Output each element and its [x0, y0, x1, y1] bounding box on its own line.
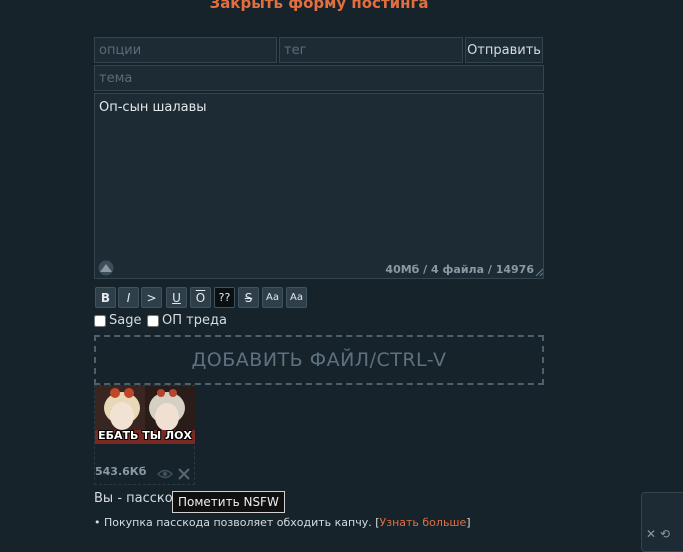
markup-icon[interactable]: [97, 260, 115, 276]
send-button[interactable]: Отправить: [465, 37, 543, 63]
file-size: 543.6Кб: [95, 465, 147, 478]
options-input[interactable]: [94, 37, 277, 63]
passcode-info-line: • Покупка пасскода позволяет обходить ка…: [94, 516, 471, 529]
upload-limits: 40Мб / 4 файла / 14976: [385, 263, 534, 276]
comment-textarea[interactable]: Оп-сын шалавы: [94, 93, 544, 279]
corner-widget: ✕ ⟲: [641, 492, 683, 552]
op-label: ОП треда: [162, 313, 227, 328]
spoiler-button[interactable]: ??: [214, 287, 235, 308]
resize-handle-icon[interactable]: [535, 268, 543, 276]
subject-input[interactable]: [94, 65, 544, 91]
underline-button[interactable]: U: [166, 287, 187, 308]
passcode-info-end: ]: [466, 516, 471, 529]
italic-button[interactable]: I: [118, 287, 139, 308]
superscript-button[interactable]: Aa: [262, 287, 283, 308]
sage-checkbox[interactable]: [94, 314, 106, 327]
op-option[interactable]: ОП треда: [147, 313, 227, 328]
subscript-button[interactable]: Aa: [286, 287, 307, 308]
quote-button[interactable]: >: [141, 287, 162, 308]
overline-button[interactable]: O: [190, 287, 211, 308]
strike-button[interactable]: S: [238, 287, 259, 308]
thumbnail-caption: ЕБАТЬ ТЫ ЛОХ: [98, 429, 192, 442]
op-checkbox[interactable]: [147, 314, 159, 327]
remove-file-icon[interactable]: [177, 467, 191, 481]
learn-more-link[interactable]: Узнать больше: [380, 516, 467, 529]
passcode-info-text: • Покупка пасскода позволяет обходить ка…: [94, 516, 380, 529]
sage-option[interactable]: Sage: [94, 313, 141, 328]
bold-button[interactable]: B: [95, 287, 116, 308]
file-dropzone[interactable]: ДОБАВИТЬ ФАЙЛ/CTRL-V: [94, 335, 544, 385]
nsfw-tooltip: Пометить NSFW: [172, 491, 285, 513]
attachment-thumbnail[interactable]: ЕБАТЬ ТЫ ЛОХ: [95, 386, 195, 444]
eye-icon[interactable]: [157, 468, 173, 480]
dropzone-label: ДОБАВИТЬ ФАЙЛ/CTRL-V: [191, 349, 447, 371]
attachment-card: ЕБАТЬ ТЫ ЛОХ 543.6Кб: [94, 385, 195, 485]
passcode-title: Вы - пасскод: [94, 491, 182, 506]
tag-input[interactable]: [279, 37, 463, 63]
sage-label: Sage: [109, 313, 142, 328]
close-posting-form-link[interactable]: Закрыть форму постинга: [0, 0, 638, 12]
